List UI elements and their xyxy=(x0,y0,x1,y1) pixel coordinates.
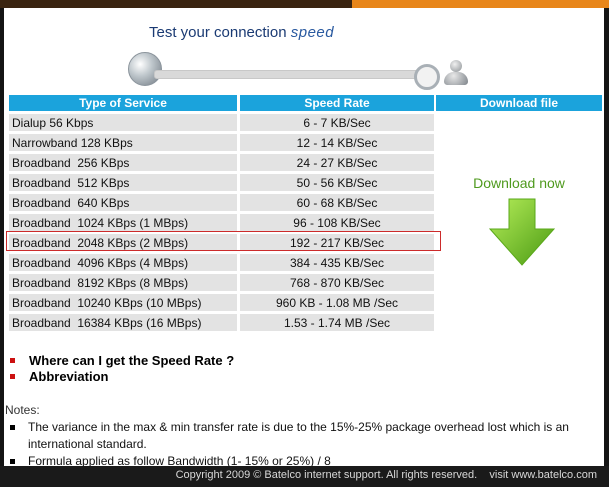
table-row: Broadband 1024 KBps (1 MBps) 96 - 108 KB/… xyxy=(9,214,434,231)
table-row: Dialup 56 Kbps 6 - 7 KB/Sec xyxy=(9,114,434,131)
page-title-prefix: Test your connection xyxy=(149,24,287,41)
info-links: Where can I get the Speed Rate ? Abbrevi… xyxy=(10,353,234,385)
note-text: The variance in the max & min transfer r… xyxy=(28,420,569,451)
table-row: Broadband 640 KBps 60 - 68 KB/Sec xyxy=(9,194,434,211)
service-type-cell: Broadband 8192 KBps (8 MBps) xyxy=(9,274,237,291)
speed-rate-cell: 192 - 217 KB/Sec xyxy=(240,234,434,251)
bullet-icon xyxy=(10,459,15,464)
speed-panel: Test your connection speed Type of Servi… xyxy=(4,8,604,466)
connection-progress-track xyxy=(154,70,426,79)
speed-rate-cell: 50 - 56 KB/Sec xyxy=(240,174,434,191)
table-row: Broadband 512 KBps 50 - 56 KB/Sec xyxy=(9,174,434,191)
column-header-type: Type of Service xyxy=(9,95,237,111)
globe-icon xyxy=(128,52,162,86)
bullet-icon xyxy=(10,374,15,379)
service-type-cell: Broadband 10240 KBps (10 MBps) xyxy=(9,294,237,311)
link-label[interactable]: Abbreviation xyxy=(29,369,108,384)
progress-end-ring-icon xyxy=(414,64,440,90)
service-type-cell: Dialup 56 Kbps xyxy=(9,114,237,131)
speed-rate-cell: 768 - 870 KB/Sec xyxy=(240,274,434,291)
table-row-highlighted: Broadband 2048 KBps (2 MBps) 192 - 217 KB… xyxy=(9,234,434,251)
download-arrow-icon[interactable] xyxy=(487,197,557,267)
table-row: Broadband 8192 KBps (8 MBps) 768 - 870 KB… xyxy=(9,274,434,291)
note-item: Formula applied as follow Bandwidth (1- … xyxy=(8,453,602,466)
table-row: Broadband 256 KBps 24 - 27 KB/Sec xyxy=(9,154,434,171)
service-type-cell: Broadband 256 KBps xyxy=(9,154,237,171)
table-row: Narrowband 128 KBps 12 - 14 KB/Sec xyxy=(9,134,434,151)
speed-rate-cell: 60 - 68 KB/Sec xyxy=(240,194,434,211)
speed-rate-table: Type of Service Speed Rate Dialup 56 Kbp… xyxy=(6,92,437,334)
service-type-cell: Broadband 2048 KBps (2 MBps) xyxy=(9,234,237,251)
service-type-cell: Broadband 640 KBps xyxy=(9,194,237,211)
service-type-cell: Narrowband 128 KBps xyxy=(9,134,237,151)
speed-rate-cell: 6 - 7 KB/Sec xyxy=(240,114,434,131)
notes-label: Notes: xyxy=(5,403,40,417)
note-item: The variance in the max & min transfer r… xyxy=(8,419,602,453)
link-label[interactable]: Where can I get the Speed Rate ? xyxy=(29,353,234,368)
table-row: Broadband 4096 KBps (4 MBps) 384 - 435 KB… xyxy=(9,254,434,271)
user-icon-head xyxy=(450,60,462,72)
speed-rate-cell: 384 - 435 KB/Sec xyxy=(240,254,434,271)
speed-rate-cell: 1.53 - 1.74 MB /Sec xyxy=(240,314,434,331)
bullet-icon xyxy=(10,425,15,430)
note-text: Formula applied as follow Bandwidth (1- … xyxy=(28,454,331,466)
notes-list: The variance in the max & min transfer r… xyxy=(8,419,602,466)
column-header-rate: Speed Rate xyxy=(240,95,434,111)
download-now-link[interactable]: Download now xyxy=(454,175,584,191)
user-icon-body xyxy=(444,72,468,85)
service-type-cell: Broadband 1024 KBps (1 MBps) xyxy=(9,214,237,231)
table-row: Broadband 16384 KBps (16 MBps) 1.53 - 1.7… xyxy=(9,314,434,331)
link-speed-rate-source[interactable]: Where can I get the Speed Rate ? xyxy=(10,353,234,369)
table-row: Broadband 10240 KBps (10 MBps) 960 KB - 1… xyxy=(9,294,434,311)
speed-rate-cell: 24 - 27 KB/Sec xyxy=(240,154,434,171)
footer-copyright: Copyright 2009 © Batelco internet suppor… xyxy=(175,469,597,481)
speed-rate-cell: 960 KB - 1.08 MB /Sec xyxy=(240,294,434,311)
speed-rate-cell: 96 - 108 KB/Sec xyxy=(240,214,434,231)
download-file-header: Download file xyxy=(436,95,602,111)
service-type-cell: Broadband 512 KBps xyxy=(9,174,237,191)
link-abbreviation[interactable]: Abbreviation xyxy=(10,369,234,385)
service-type-cell: Broadband 4096 KBps (4 MBps) xyxy=(9,254,237,271)
page-title-highlight: speed xyxy=(290,24,335,41)
speed-rate-cell: 12 - 14 KB/Sec xyxy=(240,134,434,151)
page-title: Test your connection speed xyxy=(149,24,334,41)
footer: Copyright 2009 © Batelco internet suppor… xyxy=(0,466,609,487)
table-header-row: Type of Service Speed Rate xyxy=(9,95,434,111)
service-type-cell: Broadband 16384 KBps (16 MBps) xyxy=(9,314,237,331)
bullet-icon xyxy=(10,358,15,363)
top-banner-accent xyxy=(352,0,609,8)
